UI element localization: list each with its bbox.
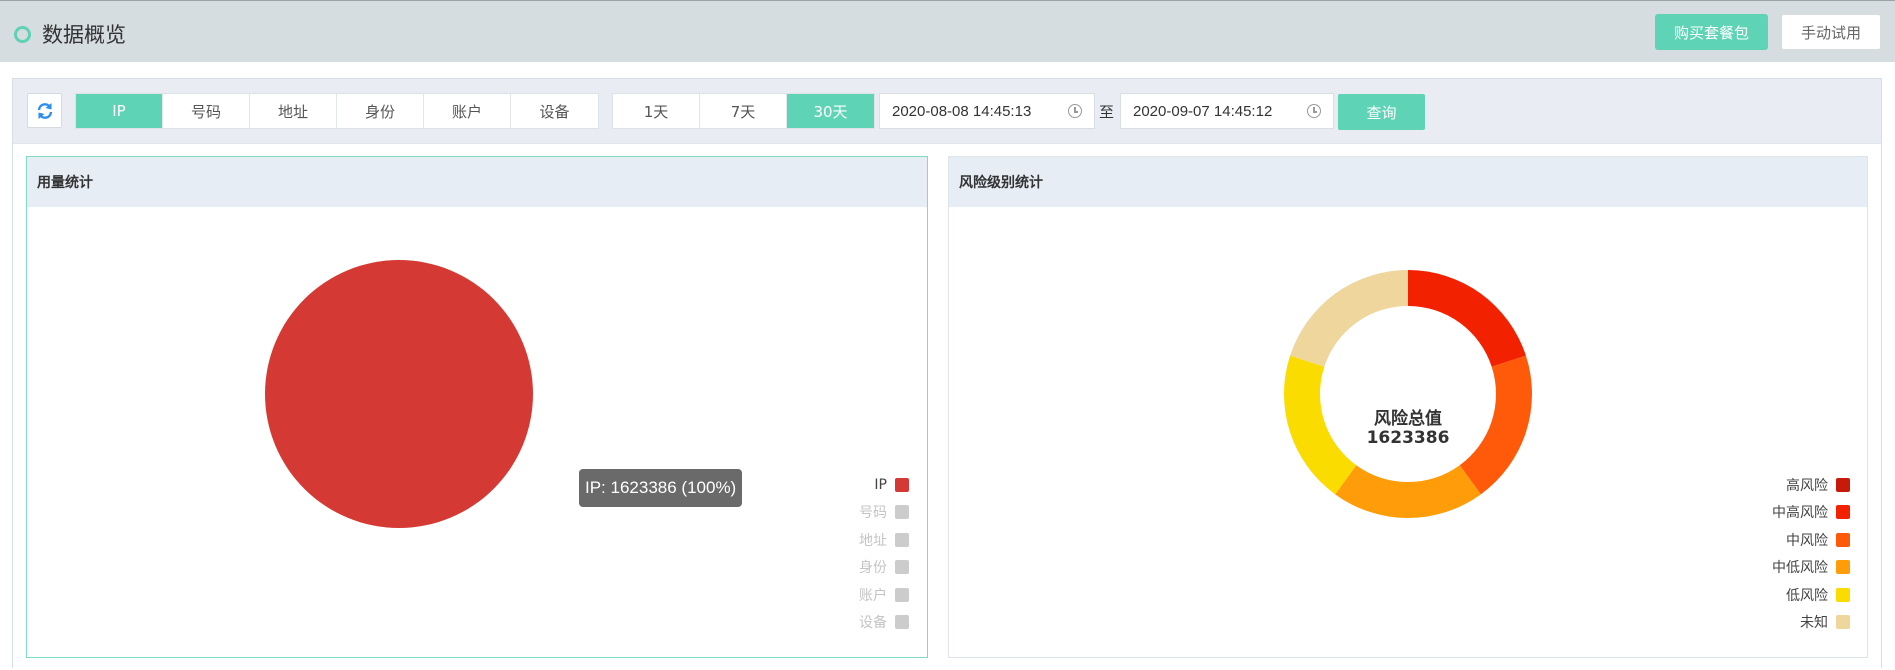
refresh-button[interactable] [27,93,62,128]
legend-label: 中低风险 [1772,560,1828,577]
legend-swatch [895,477,909,492]
legend-swatch [1836,505,1850,520]
donut-slice-3[interactable] [1335,465,1481,518]
legend-swatch [1836,477,1850,492]
legend-item[interactable]: 高风险 [1786,471,1850,499]
legend-label: 设备 [859,615,887,632]
legend-label: 中高风险 [1772,505,1828,522]
usage-stats-card: 用量统计 IP: 1623386 (100%) IP 号码地址身份账户设备 [26,156,928,658]
title-circle-icon [14,26,31,43]
legend-label: 号码 [859,505,887,522]
legend-swatch [895,560,909,575]
top-header: 数据概览 购买套餐包 手动试用 [0,0,1895,62]
legend-item[interactable]: 号码 [859,499,909,527]
refresh-icon [37,102,52,119]
range-tab-30-days[interactable]: 30天 [787,94,874,128]
type-tab-device[interactable]: 设备 [511,94,598,128]
legend-item[interactable]: 未知 [1800,609,1850,637]
type-tab-address[interactable]: 地址 [250,94,337,128]
risk-level-card: 风险级别统计 风险总值 1623386 高风险中高风险中风险中低风险低风险未知 [948,156,1868,658]
manual-trial-button[interactable]: 手动试用 [1781,14,1881,50]
legend-swatch [895,587,909,602]
legend-item[interactable]: IP [874,471,909,499]
type-tabs: IP 号码 地址 身份 账户 设备 [75,93,599,129]
legend-item[interactable]: 中风险 [1786,526,1850,554]
legend-swatch [895,532,909,547]
legend-label: 高风险 [1786,477,1828,494]
legend-item[interactable]: 设备 [859,609,909,637]
legend-label: 低风险 [1786,587,1828,604]
type-tab-phone[interactable]: 号码 [163,94,250,128]
donut-slice-5[interactable] [1290,270,1408,367]
risk-level-title: 风险级别统计 [949,157,1867,207]
risk-legend: 高风险中高风险中风险中低风险低风险未知 [1772,471,1850,636]
legend-swatch [895,505,909,520]
end-date-value: 2020-09-07 14:45:12 [1133,102,1273,120]
legend-swatch [1836,587,1850,602]
legend-item[interactable]: 地址 [859,526,909,554]
legend-item[interactable]: 中低风险 [1772,554,1850,582]
query-button[interactable]: 查询 [1338,94,1425,130]
range-tabs: 1天 7天 30天 [612,93,875,129]
chart-tooltip: IP: 1623386 (100%) [579,469,743,507]
usage-pie-chart [265,260,533,528]
legend-swatch [895,615,909,630]
main-panel: IP 号码 地址 身份 账户 设备 1天 7天 30天 2020-08-08 1… [12,78,1882,670]
legend-label: 未知 [1800,615,1828,632]
type-tab-account[interactable]: 账户 [424,94,511,128]
clock-icon [1307,104,1321,118]
usage-stats-title: 用量统计 [27,157,927,207]
legend-label: IP [874,476,887,493]
legend-label: 身份 [859,560,887,577]
donut-center-label: 风险总值 1623386 [949,410,1867,448]
donut-center-title: 风险总值 [1374,409,1442,429]
legend-item[interactable]: 账户 [859,581,909,609]
start-date-input[interactable]: 2020-08-08 14:45:13 [879,93,1095,129]
content-area: 用量统计 IP: 1623386 (100%) IP 号码地址身份账户设备 风险级… [13,143,1881,670]
legend-item[interactable]: 身份 [859,554,909,582]
page-title: 数据概览 [42,23,126,47]
legend-swatch [1836,560,1850,575]
buy-package-button[interactable]: 购买套餐包 [1655,14,1768,50]
donut-center-value: 1623386 [1366,428,1450,448]
legend-item[interactable]: 低风险 [1786,581,1850,609]
end-date-input[interactable]: 2020-09-07 14:45:12 [1120,93,1334,129]
legend-swatch [1836,615,1850,630]
range-tab-1-day[interactable]: 1天 [613,94,700,128]
type-tab-identity[interactable]: 身份 [337,94,424,128]
legend-swatch [1836,532,1850,547]
type-tab-ip[interactable]: IP [76,94,163,128]
filter-toolbar: IP 号码 地址 身份 账户 设备 1天 7天 30天 2020-08-08 1… [13,79,1881,143]
legend-label: 账户 [859,587,887,604]
legend-label: 地址 [859,532,887,549]
legend-item[interactable]: 中高风险 [1772,499,1850,527]
pie-slice-0[interactable] [265,260,533,528]
date-separator: 至 [1099,103,1115,121]
usage-legend: IP 号码地址身份账户设备 [859,471,909,636]
start-date-value: 2020-08-08 14:45:13 [892,102,1032,120]
range-tab-7-days[interactable]: 7天 [700,94,787,128]
legend-label: 中风险 [1786,532,1828,549]
clock-icon [1068,104,1082,118]
donut-slice-1[interactable] [1408,270,1526,367]
